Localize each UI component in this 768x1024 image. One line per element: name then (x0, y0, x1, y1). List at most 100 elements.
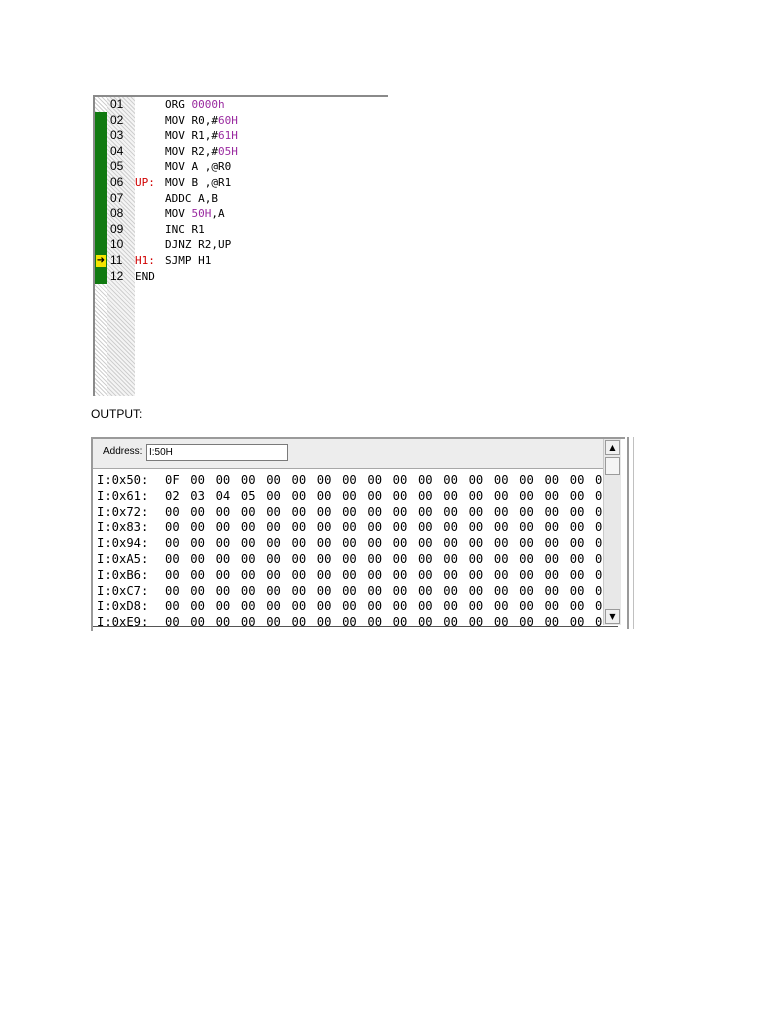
memory-byte[interactable]: 00 (443, 568, 468, 584)
memory-byte[interactable]: 00 (266, 536, 291, 552)
memory-byte[interactable]: 00 (190, 584, 215, 600)
memory-byte[interactable]: 00 (494, 520, 519, 536)
memory-byte[interactable]: 00 (469, 584, 494, 600)
memory-byte[interactable]: 00 (469, 599, 494, 615)
memory-byte[interactable]: 00 (544, 584, 569, 600)
memory-byte[interactable]: 00 (544, 536, 569, 552)
memory-byte[interactable]: 00 (544, 473, 569, 489)
memory-byte[interactable]: 00 (342, 473, 367, 489)
memory-byte[interactable]: 00 (342, 568, 367, 584)
memory-byte[interactable]: 00 (266, 473, 291, 489)
memory-byte[interactable]: 00 (519, 568, 544, 584)
memory-byte[interactable]: 00 (317, 599, 342, 615)
memory-byte[interactable]: 00 (367, 552, 392, 568)
memory-byte[interactable]: 00 (291, 584, 316, 600)
memory-byte[interactable]: 00 (494, 568, 519, 584)
memory-byte[interactable]: 00 (241, 505, 266, 521)
memory-byte[interactable]: 00 (443, 584, 468, 600)
code-line[interactable]: 05 MOV A ,@R0 (93, 159, 388, 175)
memory-byte[interactable]: 00 (342, 599, 367, 615)
memory-byte[interactable]: 00 (570, 473, 595, 489)
memory-byte[interactable]: 00 (190, 473, 215, 489)
memory-byte[interactable]: 00 (544, 615, 569, 631)
memory-byte[interactable]: 00 (241, 615, 266, 631)
memory-byte[interactable]: 00 (418, 505, 443, 521)
memory-byte[interactable]: 00 (418, 615, 443, 631)
memory-byte[interactable]: 00 (241, 584, 266, 600)
memory-byte[interactable]: 00 (494, 505, 519, 521)
memory-byte[interactable]: 00 (317, 489, 342, 505)
memory-byte[interactable]: 05 (241, 489, 266, 505)
scroll-up-icon[interactable]: ▲ (605, 440, 620, 455)
memory-byte[interactable]: 00 (291, 552, 316, 568)
memory-byte[interactable]: 00 (544, 520, 569, 536)
memory-byte[interactable]: 00 (216, 520, 241, 536)
memory-byte[interactable]: 00 (443, 520, 468, 536)
memory-byte[interactable]: 00 (266, 520, 291, 536)
memory-byte[interactable]: 00 (570, 552, 595, 568)
memory-byte[interactable]: 00 (469, 615, 494, 631)
memory-byte[interactable]: 00 (418, 536, 443, 552)
memory-byte[interactable]: 00 (393, 552, 418, 568)
memory-byte[interactable]: 02 (165, 489, 190, 505)
memory-byte[interactable]: 00 (519, 615, 544, 631)
memory-byte[interactable]: 00 (393, 599, 418, 615)
memory-byte[interactable]: 00 (469, 568, 494, 584)
memory-byte[interactable]: 00 (190, 568, 215, 584)
memory-byte[interactable]: 00 (443, 599, 468, 615)
memory-byte[interactable]: 00 (393, 520, 418, 536)
memory-byte[interactable]: 00 (342, 584, 367, 600)
memory-byte[interactable]: 00 (469, 505, 494, 521)
memory-byte[interactable]: 00 (519, 584, 544, 600)
memory-byte[interactable]: 00 (165, 536, 190, 552)
memory-byte[interactable]: 00 (266, 489, 291, 505)
memory-byte[interactable]: 00 (494, 552, 519, 568)
memory-byte[interactable]: 00 (469, 520, 494, 536)
vertical-scrollbar[interactable]: ▲ ▼ (603, 439, 621, 625)
memory-byte[interactable]: 00 (418, 489, 443, 505)
memory-byte[interactable]: 00 (544, 599, 569, 615)
memory-byte[interactable]: 00 (190, 552, 215, 568)
memory-byte[interactable]: 00 (342, 615, 367, 631)
memory-byte[interactable]: 00 (519, 489, 544, 505)
memory-byte[interactable]: 00 (570, 520, 595, 536)
memory-byte[interactable]: 00 (494, 473, 519, 489)
memory-byte[interactable]: 00 (519, 536, 544, 552)
memory-byte[interactable]: 00 (570, 568, 595, 584)
memory-byte[interactable]: 00 (443, 489, 468, 505)
memory-byte[interactable]: 00 (190, 520, 215, 536)
memory-byte[interactable]: 00 (393, 536, 418, 552)
memory-byte[interactable]: 00 (519, 599, 544, 615)
memory-byte[interactable]: 00 (241, 552, 266, 568)
memory-byte[interactable]: 00 (367, 568, 392, 584)
memory-byte[interactable]: 00 (367, 584, 392, 600)
memory-byte[interactable]: 00 (393, 489, 418, 505)
memory-byte[interactable]: 00 (291, 599, 316, 615)
memory-byte[interactable]: 00 (317, 615, 342, 631)
memory-byte[interactable]: 00 (367, 520, 392, 536)
code-line[interactable]: 12 END (93, 269, 388, 285)
memory-byte[interactable]: 00 (494, 599, 519, 615)
memory-byte[interactable]: 00 (519, 552, 544, 568)
memory-byte[interactable]: 04 (216, 489, 241, 505)
memory-byte[interactable]: 00 (393, 584, 418, 600)
memory-byte[interactable]: 00 (443, 536, 468, 552)
memory-byte[interactable]: 00 (216, 505, 241, 521)
memory-byte[interactable]: 00 (165, 599, 190, 615)
memory-byte[interactable]: 00 (241, 536, 266, 552)
memory-byte[interactable]: 00 (393, 505, 418, 521)
memory-byte[interactable]: 00 (544, 552, 569, 568)
memory-byte[interactable]: 00 (241, 599, 266, 615)
memory-byte[interactable]: 00 (317, 584, 342, 600)
code-lines[interactable]: 01 ORG 0000h 02 MOV R0,#60H 03 MOV R1,#61H 04 M… (93, 97, 388, 284)
memory-byte[interactable]: 00 (291, 489, 316, 505)
memory-byte[interactable]: 00 (418, 552, 443, 568)
code-line[interactable]: 06 UP: MOV B ,@R1 (93, 175, 388, 191)
memory-byte[interactable]: 00 (342, 505, 367, 521)
memory-byte[interactable]: 00 (317, 552, 342, 568)
memory-byte[interactable]: 00 (165, 505, 190, 521)
memory-byte[interactable]: 00 (165, 615, 190, 631)
code-line[interactable]: 10 DJNZ R2,UP (93, 237, 388, 253)
memory-byte[interactable]: 00 (595, 520, 603, 536)
memory-byte[interactable]: 00 (443, 615, 468, 631)
